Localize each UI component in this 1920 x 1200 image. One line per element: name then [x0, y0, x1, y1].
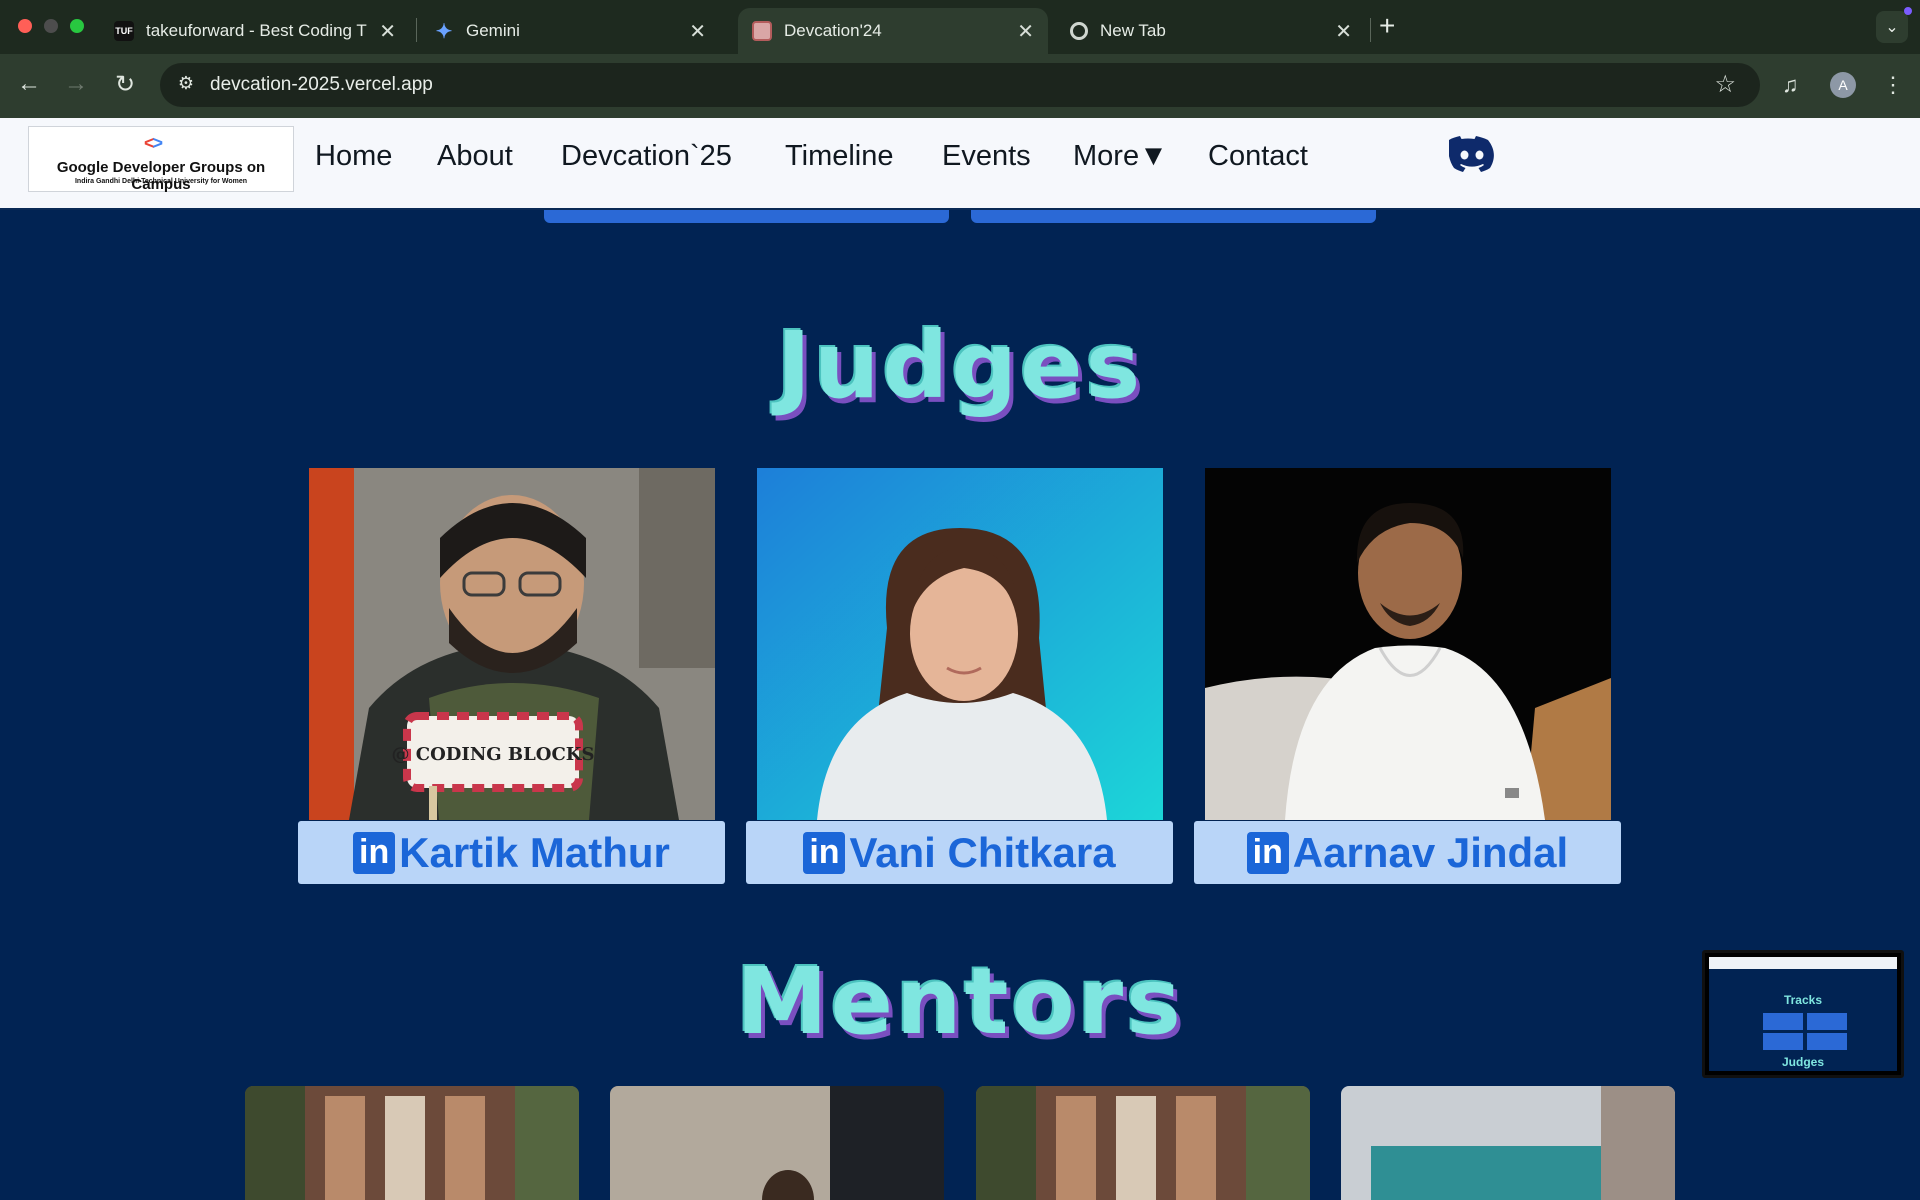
judge-name: Vani Chitkara: [849, 828, 1116, 876]
tab-separator: [416, 18, 417, 42]
tab-search-chevron-icon[interactable]: ⌄: [1876, 11, 1908, 43]
forward-arrow-icon[interactable]: →: [61, 70, 91, 98]
track-card[interactable]: [544, 210, 949, 223]
nav-contact[interactable]: Contact: [1208, 140, 1308, 173]
tab-title: New Tab: [1100, 21, 1166, 40]
track-card[interactable]: [971, 210, 1376, 223]
bookmark-star-icon[interactable]: ☆: [1714, 70, 1736, 99]
linkedin-icon[interactable]: in: [1246, 831, 1289, 874]
site-settings-icon[interactable]: ⚙: [174, 73, 198, 97]
preview-card: [1807, 1033, 1847, 1050]
mentors-heading: Mentors: [736, 948, 1184, 1055]
tab-separator: [1370, 18, 1371, 42]
preview-judges-title: Judges: [1781, 1055, 1824, 1069]
judge-name: Kartik Mathur: [399, 828, 670, 876]
nav-events[interactable]: Events: [942, 140, 1031, 173]
kebab-menu-icon[interactable]: ⋮: [1882, 72, 1904, 98]
judge-photo-vani: [757, 468, 1163, 820]
window-close-button[interactable]: [18, 19, 32, 33]
logo-subtitle: Indira Gandhi Delhi Technical University…: [74, 178, 248, 185]
back-arrow-icon[interactable]: ←: [14, 70, 44, 98]
judge-name-card[interactable]: in Kartik Mathur: [298, 821, 725, 884]
nav-home[interactable]: Home: [315, 140, 392, 173]
judges-heading: Judges: [776, 312, 1144, 419]
judge-name: Aarnav Jindal: [1292, 828, 1569, 876]
gdg-logo[interactable]: <> Google Developer Groups on Campus Ind…: [28, 126, 294, 193]
notification-dot: [1904, 7, 1912, 15]
linkedin-icon[interactable]: in: [803, 831, 846, 874]
tab-title: Gemini: [466, 21, 520, 40]
close-tab-icon[interactable]: ✕: [689, 19, 706, 44]
nav-more-dropdown[interactable]: More▼: [1073, 140, 1168, 173]
takeuforward-favicon-icon: TUF: [114, 21, 134, 41]
new-tab-plus-icon[interactable]: +: [1379, 10, 1395, 42]
reload-icon[interactable]: ↻: [110, 70, 140, 99]
window-zoom-button[interactable]: [70, 19, 84, 33]
devcation-favicon-icon: [752, 21, 772, 41]
profile-avatar[interactable]: A: [1830, 72, 1856, 98]
tab-title: Devcation'24: [784, 21, 882, 40]
site-header: <> Google Developer Groups on Campus Ind…: [0, 118, 1920, 210]
mentor-photo: [245, 1086, 579, 1200]
gdg-brackets-icon: <>: [144, 133, 163, 153]
close-tab-icon[interactable]: ✕: [379, 19, 396, 44]
screen-preview-thumbnail[interactable]: Tracks Judges: [1702, 950, 1904, 1078]
window-minimize-button[interactable]: [44, 19, 58, 33]
nav-devcation[interactable]: Devcation`25: [561, 140, 732, 173]
preview-card: [1763, 1033, 1803, 1050]
judge-photo-aarnav: [1205, 468, 1611, 820]
tab-takeuforward[interactable]: TUF takeuforward - Best Coding T ✕: [100, 8, 410, 54]
discord-icon[interactable]: [1449, 136, 1495, 172]
tab-new-tab[interactable]: New Tab ✕: [1056, 8, 1366, 54]
preview-card: [1763, 1013, 1803, 1030]
tab-devcation[interactable]: Devcation'24 ✕: [738, 8, 1048, 54]
logo-title: Google Developer Groups on Campus: [56, 159, 266, 193]
preview-tracks-title: Tracks: [1783, 993, 1823, 1007]
judge-photo-kartik: @ CODING BLOCKS: [309, 468, 715, 820]
close-tab-icon[interactable]: ✕: [1335, 19, 1352, 44]
chrome-icon: [1070, 22, 1088, 40]
nav-about[interactable]: About: [437, 140, 513, 173]
judge-name-card[interactable]: in Aarnav Jindal: [1194, 821, 1621, 884]
nav-timeline[interactable]: Timeline: [785, 140, 894, 173]
mentor-photo: [610, 1086, 944, 1200]
tab-gemini[interactable]: ✦ Gemini ✕: [420, 8, 720, 54]
preview-header: [1709, 957, 1897, 969]
preview-content: Tracks Judges: [1709, 957, 1897, 1071]
mentor-photo: [1341, 1086, 1675, 1200]
url-text[interactable]: devcation-2025.vercel.app: [210, 74, 433, 96]
linkedin-icon[interactable]: in: [353, 831, 396, 874]
judge-name-card[interactable]: in Vani Chitkara: [746, 821, 1173, 884]
browser-tab-bar: TUF takeuforward - Best Coding T ✕ ✦ Gem…: [0, 0, 1920, 54]
preview-card: [1807, 1013, 1847, 1030]
address-bar[interactable]: ⚙ devcation-2025.vercel.app ☆: [160, 63, 1760, 107]
media-control-icon[interactable]: ♫: [1782, 72, 1799, 98]
gemini-icon: ✦: [435, 20, 453, 43]
tab-title: takeuforward - Best Coding T: [146, 21, 367, 40]
close-tab-icon[interactable]: ✕: [1017, 19, 1034, 44]
mentor-photo: [976, 1086, 1310, 1200]
sign-text: @ CODING BLOCKS: [392, 744, 595, 765]
